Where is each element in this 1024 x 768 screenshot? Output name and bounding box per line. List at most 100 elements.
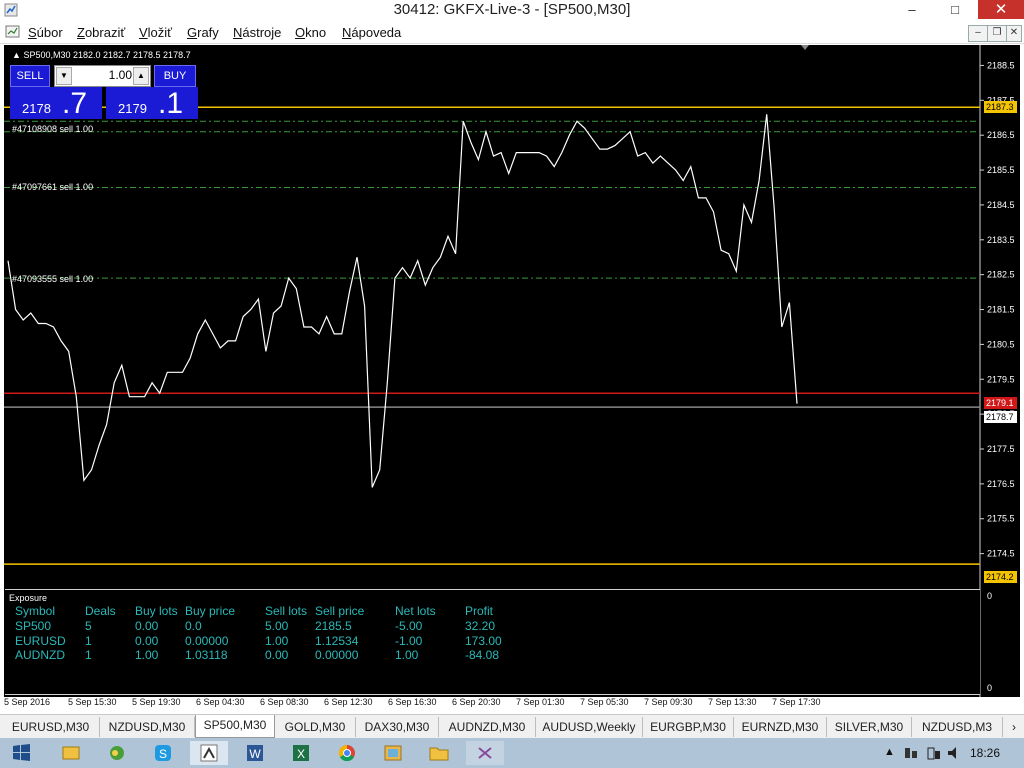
tab-gold-m30[interactable]: GOLD,M30: [275, 717, 356, 737]
tab-nzdusd-m30[interactable]: NZDUSD,M30: [100, 717, 195, 737]
lot-size-value[interactable]: 1.00: [73, 68, 132, 82]
maximize-button[interactable]: □: [935, 0, 975, 19]
explorer-icon[interactable]: [52, 741, 90, 765]
lot-decrease-icon[interactable]: ▼: [56, 67, 72, 85]
time-axis-label: 6 Sep 04:30: [196, 697, 245, 707]
menu-window[interactable]: Okno: [295, 25, 326, 40]
menu-charts[interactable]: Grafy: [187, 25, 219, 40]
sell-button[interactable]: SELL: [10, 65, 50, 87]
menu-view[interactable]: Zobraziť: [77, 25, 125, 40]
exposure-cell: 1.00: [395, 648, 419, 662]
price-series-line: [7, 114, 798, 488]
time-axis-label: 7 Sep 17:30: [772, 697, 821, 707]
exposure-header-cell: Net lots: [395, 604, 436, 618]
exposure-scale-bottom: 0: [987, 683, 993, 693]
price-axis-label-0: 2188.5: [987, 60, 1015, 70]
time-axis-label: 6 Sep 20:30: [452, 697, 501, 707]
exposure-cell: 0.00: [265, 648, 289, 662]
menu-tools[interactable]: Nástroje: [233, 25, 281, 40]
menu-insert[interactable]: Vložiť: [139, 25, 172, 40]
mdi-restore-button[interactable]: ❐: [987, 25, 1007, 42]
start-icon[interactable]: [2, 741, 40, 765]
price-axis-label-9: 2179.5: [987, 374, 1015, 384]
minimize-button[interactable]: –: [892, 0, 932, 19]
lot-increase-icon[interactable]: ▲: [133, 67, 149, 85]
chart-window-icon: [5, 25, 20, 38]
tray-expand-icon[interactable]: ▲: [884, 746, 895, 758]
price-axis-label-8: 2180.5: [987, 339, 1015, 349]
exposure-header-cell: Buy price: [185, 604, 236, 618]
mdi-minimize-button[interactable]: –: [968, 25, 988, 42]
close-button[interactable]: ✕: [978, 0, 1024, 19]
network-icon[interactable]: [903, 745, 921, 761]
price-axis-label-11: 2177.5: [987, 444, 1015, 454]
taskbar-clock[interactable]: 18:26: [970, 746, 1000, 760]
tab-audusd-weekly[interactable]: AUDUSD,Weekly: [536, 717, 643, 737]
time-axis-label: 7 Sep 01:30: [516, 697, 565, 707]
ask-price-tag: 2179.1: [984, 397, 1017, 409]
power-icon[interactable]: [925, 745, 943, 761]
order-label-2[interactable]: #47097661 sell 1.00: [12, 182, 93, 192]
mdi-close-button[interactable]: ✕: [1006, 25, 1022, 42]
collapse-arrow-icon[interactable]: ▲: [12, 50, 21, 60]
hyperlink-icon[interactable]: [98, 741, 136, 765]
exposure-cell: 0.00000: [315, 648, 359, 662]
tab-scroll-right-icon[interactable]: ›: [1006, 717, 1022, 737]
exposure-cell: 1.00: [135, 648, 159, 662]
volume-icon[interactable]: [946, 745, 964, 761]
time-axis-label: 7 Sep 09:30: [644, 697, 693, 707]
exposure-cell: -84.08: [465, 648, 500, 662]
exposure-cell: 5: [85, 619, 92, 633]
buy-button[interactable]: BUY: [154, 65, 196, 87]
exposure-cell: 0.00000: [185, 633, 229, 648]
folder-icon[interactable]: [420, 741, 458, 765]
tab-dax30-m30[interactable]: DAX30,M30: [356, 717, 439, 737]
picture-icon[interactable]: [374, 741, 412, 765]
price-axis-label-6: 2182.5: [987, 270, 1015, 280]
tab-eurusd-m30[interactable]: EURUSD,M30: [2, 717, 100, 737]
windows-taskbar: S W X ▲ 18:26: [0, 738, 1024, 768]
exposure-cell: 5.00: [265, 619, 289, 633]
menu-file[interactable]: Súbor: [28, 25, 63, 40]
chart-header: ▲ SP500,M30 2182.0 2182.7 2178.5 2178.7: [12, 50, 191, 60]
excel-icon[interactable]: X: [282, 741, 320, 765]
exposure-cell: -5.00: [395, 619, 423, 633]
exposure-cell: SP500: [15, 619, 52, 633]
price-axis-label-7: 2181.5: [987, 305, 1015, 315]
time-axis-label: 5 Sep 15:30: [68, 697, 117, 707]
tab-audnzd-m30[interactable]: AUDNZD,M30: [439, 717, 536, 737]
exposure-cell: 0.0: [185, 619, 202, 633]
exposure-cell: 2185.5: [315, 619, 352, 633]
title-bar: 30412: GKFX-Live-3 - [SP500,M30] – □ ✕: [0, 0, 1024, 20]
lot-size-input[interactable]: ▼ 1.00 ▲: [54, 65, 151, 87]
exposure-cell: 32.20: [465, 619, 496, 633]
exposure-header-cell: Sell lots: [265, 604, 308, 618]
exposure-header-cell: Symbol: [15, 604, 56, 618]
order-label-1[interactable]: #47108908 sell 1.00: [12, 124, 93, 134]
sell-price-box[interactable]: 2178 .7: [10, 87, 102, 120]
metatrader-icon[interactable]: [190, 741, 228, 765]
tab-eurgbp-m30[interactable]: EURGBP,M30: [643, 717, 734, 737]
sell-price-integer: 2178: [22, 101, 51, 116]
tab-nzdusd-m3[interactable]: NZDUSD,M3: [912, 717, 1003, 737]
exposure-cell: 0.00: [135, 633, 159, 648]
buy-price-box[interactable]: 2179 .1: [106, 87, 198, 120]
exposure-cell: 173.00: [465, 633, 502, 648]
svg-text:S: S: [159, 747, 167, 761]
svg-text:W: W: [249, 747, 261, 761]
app-icon[interactable]: [466, 741, 504, 765]
chrome-icon[interactable]: [328, 741, 366, 765]
exposure-cell: EURUSD: [15, 633, 66, 648]
tab-eurnzd-m30[interactable]: EURNZD,M30: [734, 717, 827, 737]
price-axis-label-3: 2185.5: [987, 165, 1015, 175]
skype-icon[interactable]: S: [144, 741, 182, 765]
order-label-3[interactable]: #47093555 sell 1.00: [12, 274, 93, 284]
upper-level-price-tag: 2187.3: [984, 101, 1017, 113]
time-axis-label: 6 Sep 16:30: [388, 697, 437, 707]
tab-silver-m30[interactable]: SILVER,M30: [827, 717, 912, 737]
word-icon[interactable]: W: [236, 741, 274, 765]
menu-help[interactable]: Nápoveda: [342, 25, 401, 40]
price-axis-label-2: 2186.5: [987, 130, 1015, 140]
tab-sp500-m30[interactable]: SP500,M30: [195, 715, 275, 738]
exposure-cell: 1.12534: [315, 633, 359, 648]
